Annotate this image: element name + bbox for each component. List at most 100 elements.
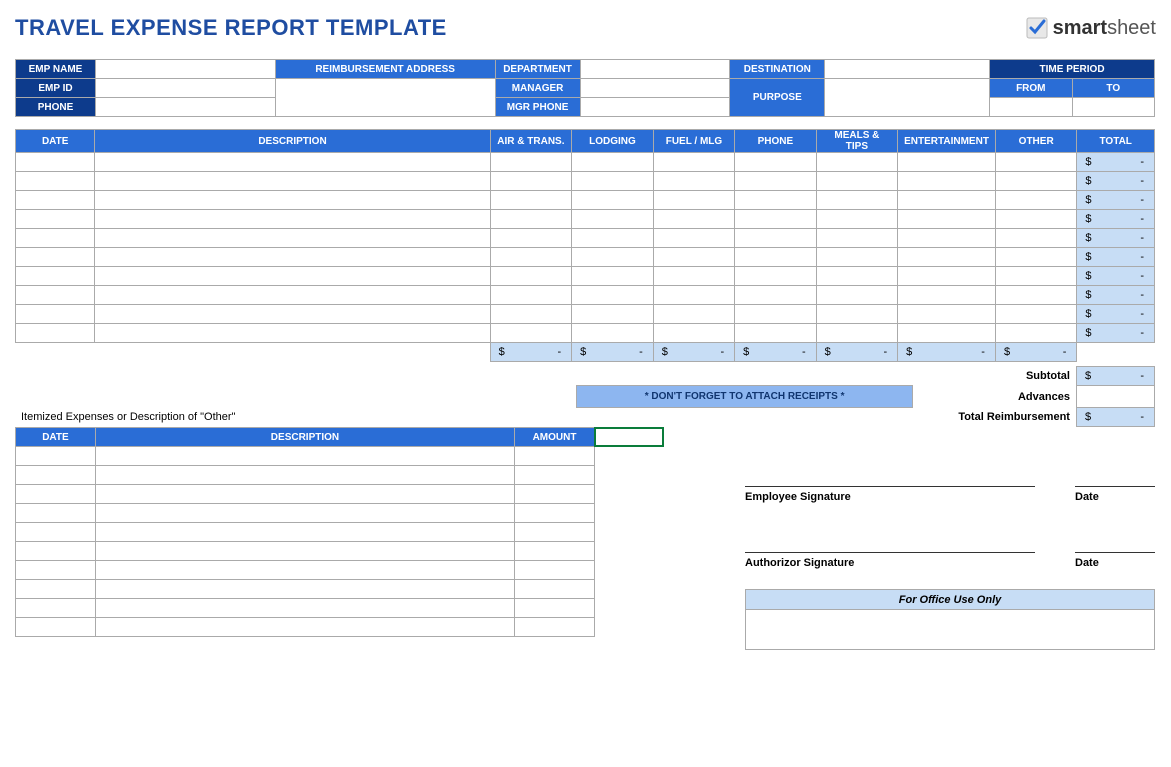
expense-lodging[interactable]: [572, 324, 654, 343]
expense-desc[interactable]: [95, 229, 490, 248]
expense-lodging[interactable]: [572, 172, 654, 191]
itemized-amount[interactable]: [515, 561, 595, 580]
expense-other[interactable]: [995, 305, 1076, 324]
expense-desc[interactable]: [95, 286, 490, 305]
expense-other[interactable]: [995, 191, 1076, 210]
itemized-amount[interactable]: [515, 580, 595, 599]
active-cell-cursor[interactable]: [594, 427, 664, 447]
expense-meals[interactable]: [816, 153, 897, 172]
itemized-desc[interactable]: [95, 466, 514, 485]
expense-fuel[interactable]: [653, 286, 734, 305]
expense-date[interactable]: [16, 324, 95, 343]
expense-ent[interactable]: [898, 172, 996, 191]
itemized-date[interactable]: [16, 599, 96, 618]
expense-fuel[interactable]: [653, 229, 734, 248]
input-purpose[interactable]: [825, 79, 990, 117]
expense-other[interactable]: [995, 153, 1076, 172]
expense-air[interactable]: [490, 305, 572, 324]
expense-desc[interactable]: [95, 248, 490, 267]
expense-other[interactable]: [995, 172, 1076, 191]
expense-other[interactable]: [995, 210, 1076, 229]
itemized-desc[interactable]: [95, 561, 514, 580]
itemized-desc[interactable]: [95, 447, 514, 466]
expense-phone[interactable]: [735, 210, 817, 229]
expense-date[interactable]: [16, 191, 95, 210]
itemized-amount[interactable]: [515, 599, 595, 618]
input-manager[interactable]: [580, 79, 730, 98]
input-mgr-phone[interactable]: [580, 98, 730, 117]
expense-fuel[interactable]: [653, 267, 734, 286]
input-phone[interactable]: [95, 98, 275, 117]
expense-ent[interactable]: [898, 229, 996, 248]
expense-desc[interactable]: [95, 267, 490, 286]
expense-meals[interactable]: [816, 324, 897, 343]
expense-phone[interactable]: [735, 305, 817, 324]
expense-fuel[interactable]: [653, 191, 734, 210]
expense-lodging[interactable]: [572, 267, 654, 286]
expense-air[interactable]: [490, 172, 572, 191]
itemized-amount[interactable]: [515, 447, 595, 466]
expense-phone[interactable]: [735, 172, 817, 191]
expense-ent[interactable]: [898, 210, 996, 229]
expense-phone[interactable]: [735, 153, 817, 172]
itemized-date[interactable]: [16, 561, 96, 580]
expense-lodging[interactable]: [572, 286, 654, 305]
expense-meals[interactable]: [816, 248, 897, 267]
input-reimb-addr[interactable]: [275, 79, 495, 117]
expense-air[interactable]: [490, 229, 572, 248]
itemized-date[interactable]: [16, 466, 96, 485]
expense-meals[interactable]: [816, 305, 897, 324]
itemized-desc[interactable]: [95, 542, 514, 561]
expense-meals[interactable]: [816, 267, 897, 286]
authorizor-date-line[interactable]: [1075, 533, 1155, 553]
office-use-box[interactable]: [746, 610, 1155, 650]
itemized-desc[interactable]: [95, 523, 514, 542]
expense-phone[interactable]: [735, 248, 817, 267]
expense-ent[interactable]: [898, 191, 996, 210]
input-from[interactable]: [990, 98, 1072, 117]
expense-lodging[interactable]: [572, 248, 654, 267]
expense-other[interactable]: [995, 248, 1076, 267]
expense-desc[interactable]: [95, 305, 490, 324]
itemized-amount[interactable]: [515, 618, 595, 637]
expense-phone[interactable]: [735, 324, 817, 343]
expense-meals[interactable]: [816, 191, 897, 210]
expense-desc[interactable]: [95, 191, 490, 210]
itemized-amount[interactable]: [515, 504, 595, 523]
expense-meals[interactable]: [816, 286, 897, 305]
employee-signature-line[interactable]: [745, 467, 1035, 487]
expense-date[interactable]: [16, 210, 95, 229]
expense-air[interactable]: [490, 191, 572, 210]
itemized-desc[interactable]: [95, 504, 514, 523]
itemized-date[interactable]: [16, 618, 96, 637]
expense-air[interactable]: [490, 267, 572, 286]
expense-fuel[interactable]: [653, 210, 734, 229]
expense-lodging[interactable]: [572, 305, 654, 324]
expense-air[interactable]: [490, 210, 572, 229]
expense-air[interactable]: [490, 153, 572, 172]
itemized-date[interactable]: [16, 580, 96, 599]
expense-date[interactable]: [16, 248, 95, 267]
expense-desc[interactable]: [95, 324, 490, 343]
expense-date[interactable]: [16, 267, 95, 286]
expense-other[interactable]: [995, 324, 1076, 343]
expense-fuel[interactable]: [653, 305, 734, 324]
itemized-date[interactable]: [16, 485, 96, 504]
input-emp-name[interactable]: [95, 60, 275, 79]
itemized-desc[interactable]: [95, 485, 514, 504]
itemized-date[interactable]: [16, 523, 96, 542]
expense-fuel[interactable]: [653, 172, 734, 191]
expense-desc[interactable]: [95, 210, 490, 229]
itemized-desc[interactable]: [95, 599, 514, 618]
itemized-desc[interactable]: [95, 618, 514, 637]
expense-date[interactable]: [16, 286, 95, 305]
advances-value[interactable]: [1076, 386, 1154, 408]
itemized-amount[interactable]: [515, 542, 595, 561]
itemized-date[interactable]: [16, 504, 96, 523]
itemized-date[interactable]: [16, 542, 96, 561]
expense-fuel[interactable]: [653, 153, 734, 172]
expense-ent[interactable]: [898, 305, 996, 324]
input-to[interactable]: [1072, 98, 1154, 117]
expense-phone[interactable]: [735, 229, 817, 248]
expense-ent[interactable]: [898, 286, 996, 305]
